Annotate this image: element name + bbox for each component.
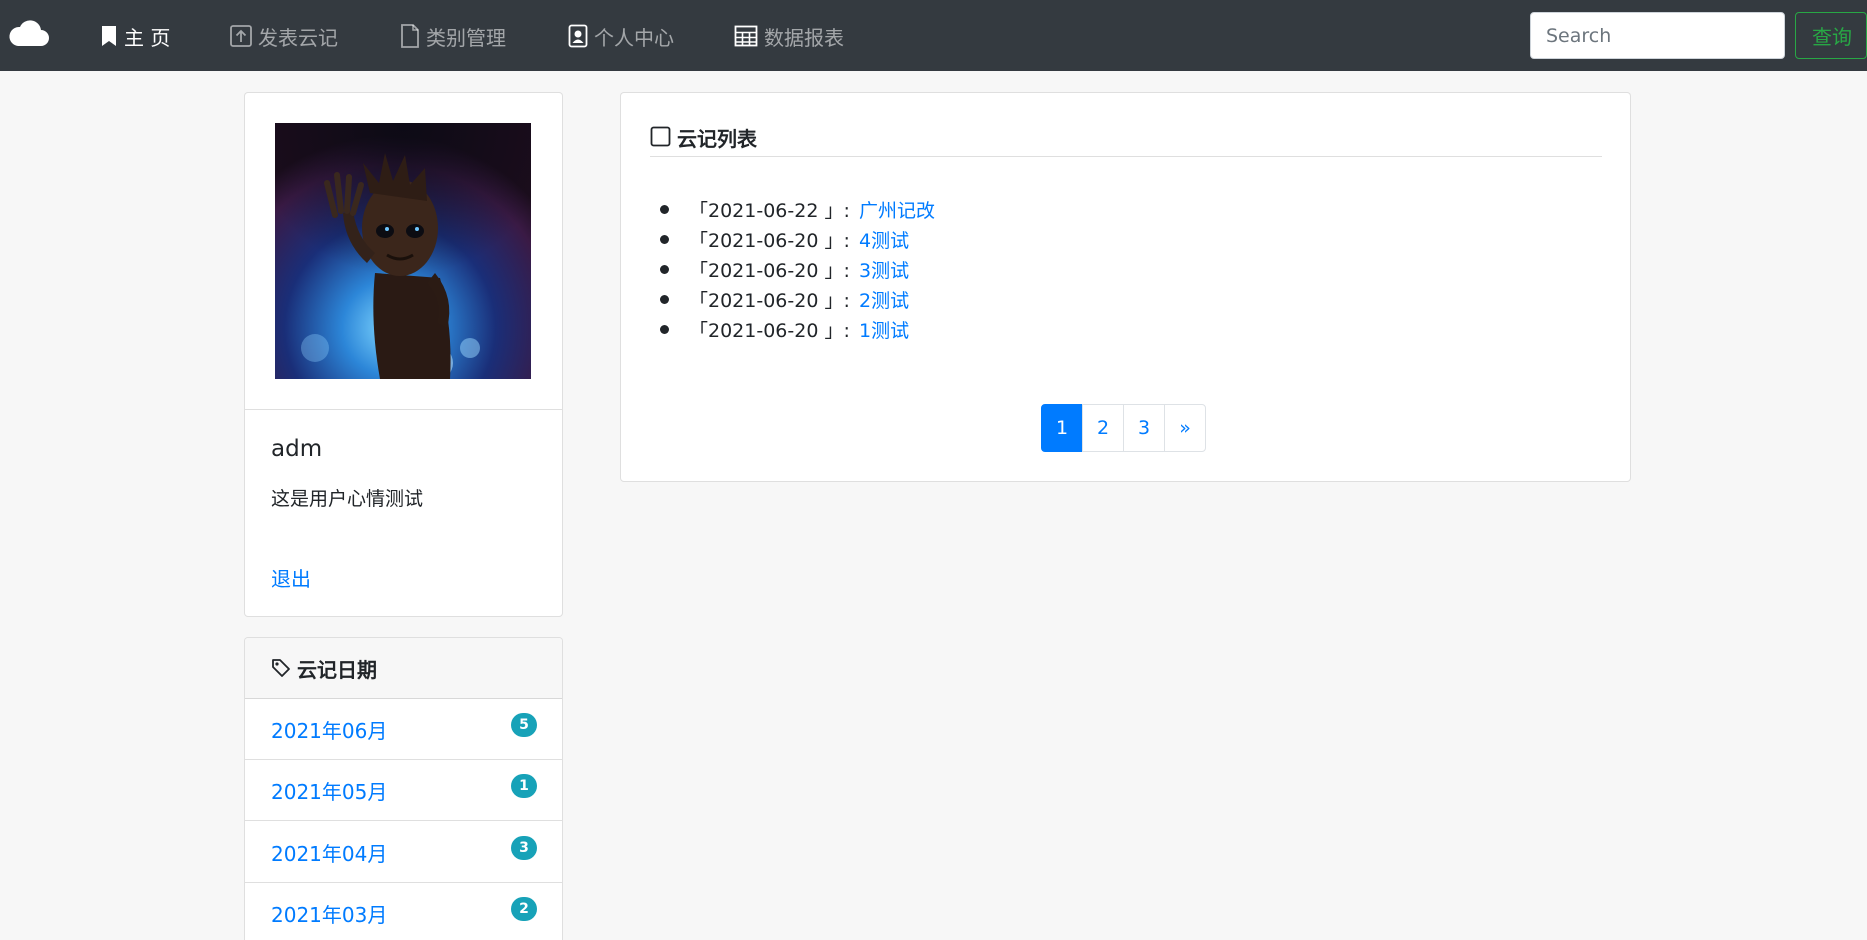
nav-data-report[interactable]: 数据报表 (734, 20, 844, 52)
profile-card: adm 这是用户心情测试 退出 (244, 92, 563, 617)
count-badge: 2 (511, 897, 537, 921)
note-dates-card: 云记日期 2021年06月 5 2021年05月 1 2021年04月 3 20… (244, 637, 563, 940)
list-item: 「2021-06-22 」: 广州记改 (650, 194, 1550, 224)
search-input[interactable] (1530, 12, 1785, 59)
list-item: 「2021-06-20 」: 3测试 (650, 254, 1550, 284)
page-1-button[interactable]: 1 (1041, 404, 1083, 452)
date-link[interactable]: 2021年05月 (271, 776, 387, 805)
avatar (275, 123, 531, 379)
nav-personal-center-label: 个人中心 (594, 25, 674, 50)
note-date: 「2021-06-20 」: (689, 259, 850, 282)
tag-icon (272, 659, 290, 677)
date-link[interactable]: 2021年06月 (271, 715, 387, 744)
note-date: 「2021-06-22 」: (689, 199, 850, 222)
file-icon (401, 24, 419, 48)
bullet (660, 204, 669, 214)
nav-data-report-label: 数据报表 (764, 25, 844, 50)
date-item[interactable]: 2021年05月 1 (245, 760, 562, 821)
username: adm (271, 436, 323, 462)
list-item: 「2021-06-20 」: 1测试 (650, 314, 1550, 344)
note-title-link[interactable]: 2测试 (859, 286, 909, 313)
note-dates-header: 云记日期 (245, 638, 562, 699)
count-badge: 1 (511, 774, 537, 798)
nav-category-management[interactable]: 类别管理 (400, 20, 506, 52)
note-list: 「2021-06-22 」: 广州记改 「2021-06-20 」: 4测试 「… (650, 194, 1550, 344)
bullet (660, 294, 669, 304)
nav-home[interactable]: 主 页 (100, 20, 170, 52)
count-badge: 5 (511, 713, 537, 737)
square-icon (650, 126, 671, 147)
note-date: 「2021-06-20 」: (689, 229, 850, 252)
list-item: 「2021-06-20 」: 4测试 (650, 224, 1550, 254)
date-item[interactable]: 2021年03月 2 (245, 883, 562, 940)
table-icon (734, 25, 758, 47)
person-badge-icon (568, 24, 588, 48)
user-mood: 这是用户心情测试 (271, 488, 424, 510)
note-title-link[interactable]: 4测试 (859, 226, 909, 253)
date-item[interactable]: 2021年04月 3 (245, 822, 562, 883)
page-2-button[interactable]: 2 (1082, 404, 1124, 452)
search-button[interactable]: 查询 (1795, 12, 1867, 59)
list-item: 「2021-06-20 」: 2测试 (650, 284, 1550, 314)
date-item[interactable]: 2021年06月 5 (245, 699, 562, 760)
profile-divider (245, 409, 562, 410)
note-list-header: 云记列表 (650, 123, 1602, 157)
cloud-logo-icon[interactable] (6, 18, 50, 50)
note-title-link[interactable]: 广州记改 (859, 196, 935, 223)
bullet (660, 324, 669, 334)
bookmark-icon (102, 26, 116, 46)
top-navbar: 主 页 发表云记 类别管理 个人中心 数据报表 查询 (0, 0, 1867, 71)
note-title-link[interactable]: 1测试 (859, 316, 909, 343)
page-3-button[interactable]: 3 (1123, 404, 1165, 452)
count-badge: 3 (511, 836, 537, 860)
groot-avatar-image (275, 123, 531, 379)
nav-personal-center[interactable]: 个人中心 (568, 20, 674, 52)
next-page-button[interactable]: » (1164, 404, 1206, 452)
note-list-title: 云记列表 (677, 127, 757, 151)
upload-icon (230, 25, 252, 47)
nav-publish-note-label: 发表云记 (258, 25, 338, 50)
note-dates-title: 云记日期 (297, 657, 377, 682)
logout-link[interactable]: 退出 (271, 563, 311, 592)
note-date: 「2021-06-20 」: (689, 319, 850, 342)
nav-category-management-label: 类别管理 (426, 25, 506, 50)
nav-publish-note[interactable]: 发表云记 (230, 20, 338, 52)
nav-home-label: 主 页 (124, 25, 171, 50)
date-link[interactable]: 2021年04月 (271, 838, 387, 867)
note-title-link[interactable]: 3测试 (859, 256, 909, 283)
note-list-card: 云记列表 「2021-06-22 」: 广州记改 「2021-06-20 」: … (620, 92, 1631, 482)
bullet (660, 264, 669, 274)
bullet (660, 234, 669, 244)
date-link[interactable]: 2021年03月 (271, 899, 387, 928)
note-date: 「2021-06-20 」: (689, 289, 850, 312)
pagination: 1 2 3 » (1041, 404, 1206, 452)
